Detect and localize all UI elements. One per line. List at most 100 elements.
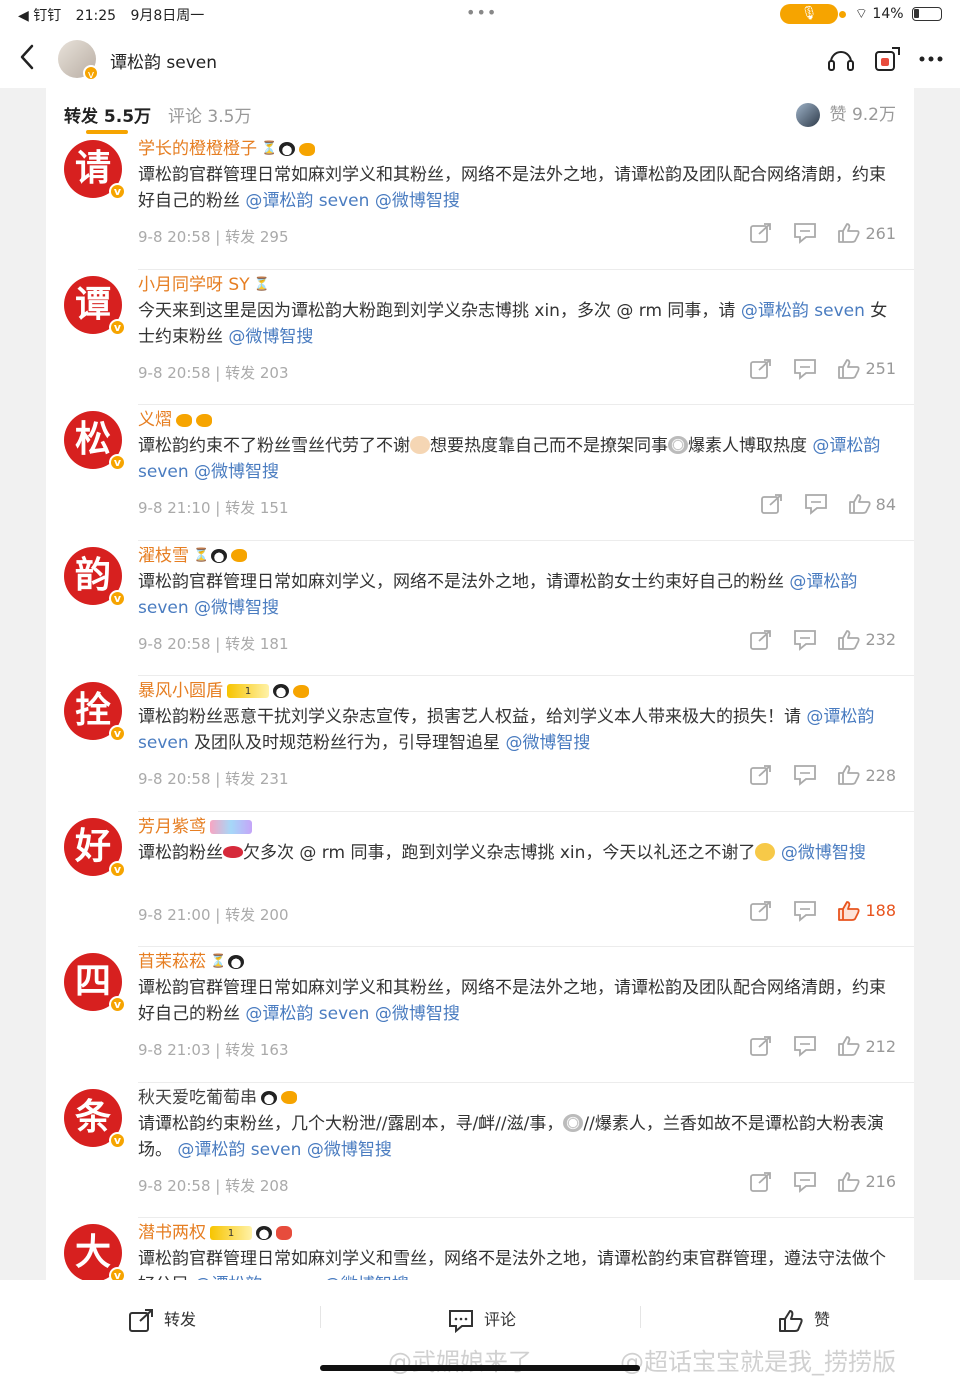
user-avatar[interactable]: 请v: [64, 140, 126, 200]
thumbs-up-icon[interactable]: [837, 629, 861, 651]
mention-link[interactable]: @谭松韵 seven: [177, 1140, 301, 1160]
user-avatar[interactable]: 四v: [64, 953, 126, 1013]
mention-link[interactable]: @微博智搜: [228, 327, 313, 347]
share-icon[interactable]: [749, 1171, 773, 1193]
repost-text-body: 今天来到这里是因为谭松韵大粉跑到刘学义杂志博挑 xin，多次 @ rm 同事，请: [138, 300, 736, 321]
user-nickname[interactable]: 义熠: [138, 405, 212, 430]
comment-icon[interactable]: [793, 629, 817, 651]
author-name[interactable]: 谭松韵 seven: [110, 48, 217, 73]
repost-text: 谭松韵约束不了粉丝雪丝代劳了不谢 想要热度靠自己而不是撩架同事 爆素人博取热度 @谭…: [138, 433, 900, 485]
user-avatar[interactable]: 条v: [64, 1088, 126, 1149]
share-icon[interactable]: [749, 764, 773, 786]
user-avatar[interactable]: 好v: [64, 817, 126, 878]
mention-link[interactable]: @谭松韵 seven: [245, 191, 369, 211]
repost-item: 松 v 义熠谭松韵约束不了粉丝雪丝代劳了不谢 想要热度靠自己而不是撩架同事 爆素人博取热…: [46, 405, 914, 541]
comment-icon[interactable]: [793, 764, 817, 786]
listen-icon[interactable]: [826, 44, 856, 74]
thumbs-up-icon[interactable]: [837, 764, 861, 786]
user-nickname[interactable]: 芳月紫鸢: [138, 812, 252, 837]
mention-link[interactable]: @微博智搜: [194, 462, 279, 482]
repost-time: 9-8 20:58: [138, 1176, 211, 1195]
comment-icon[interactable]: [793, 1171, 817, 1193]
repost-count: 转发 231: [225, 770, 289, 788]
user-avatar[interactable]: 大v: [64, 1224, 126, 1280]
repost-meta: 9-8 21:10 | 转发 151: [138, 499, 289, 517]
multitask-dots-icon[interactable]: •••: [466, 3, 497, 22]
mention-link[interactable]: @谭松韵 seven: [741, 301, 865, 321]
like-count[interactable]: 261: [865, 224, 896, 243]
user-avatar[interactable]: 韵v: [64, 546, 126, 607]
mention-link[interactable]: @微博智搜: [375, 191, 460, 211]
user-nickname[interactable]: 小月同学呀 SY ⏳: [138, 270, 270, 295]
red-packet-share-icon[interactable]: [872, 44, 902, 74]
back-arrow-icon[interactable]: [14, 42, 42, 72]
verified-badge-icon: v: [109, 996, 126, 1013]
like-count[interactable]: 84: [876, 495, 896, 514]
tab-comment[interactable]: 评论 3.5万: [168, 102, 251, 127]
like-count[interactable]: 212: [865, 1037, 896, 1056]
mention-link[interactable]: @微博智搜: [781, 843, 866, 863]
avatar-char: 韵: [74, 553, 111, 596]
user-avatar[interactable]: 拴v: [64, 682, 126, 742]
like-button[interactable]: 赞: [778, 1306, 830, 1333]
comment-icon[interactable]: [793, 222, 817, 244]
repost-text: 谭松韵官群管理日常如麻刘学义，网络不是法外之地，请谭松韵女士约束好自己的粉丝 @…: [138, 569, 900, 621]
repost-meta: 9-8 21:00 | 转发 200: [138, 905, 289, 924]
share-icon[interactable]: [749, 900, 773, 922]
mention-link[interactable]: @微博智搜: [194, 598, 279, 618]
repost-meta: 9-8 20:58 | 转发 295: [138, 228, 289, 246]
user-nickname[interactable]: 秋天爱吃葡萄串: [138, 1083, 297, 1108]
repost-button[interactable]: 转发: [128, 1306, 196, 1333]
share-icon[interactable]: [760, 493, 784, 515]
comment-button[interactable]: 评论: [448, 1306, 516, 1333]
like-count[interactable]: 216: [865, 1172, 896, 1191]
mention-link[interactable]: @谭松韵 seven: [245, 1004, 369, 1024]
thumbs-up-icon[interactable]: [837, 1035, 861, 1057]
battery-percent: 14%: [872, 6, 904, 22]
comment-icon[interactable]: [793, 1035, 817, 1057]
share-icon[interactable]: [749, 629, 773, 651]
user-avatar[interactable]: 谭v: [64, 275, 126, 336]
panda-badge-icon: [279, 142, 295, 156]
user-nickname[interactable]: 潜书两权 1: [138, 1218, 292, 1243]
thumbs-up-icon[interactable]: [848, 493, 872, 515]
user-nickname[interactable]: 暴风小圆盾 1: [138, 676, 309, 701]
repost-label: 转发: [164, 1310, 197, 1329]
share-icon[interactable]: [749, 222, 773, 244]
comment-icon[interactable]: [793, 358, 817, 380]
user-nickname[interactable]: 学长的橙橙橙子 ⏳: [138, 134, 315, 159]
thumbs-up-icon[interactable]: [837, 1171, 861, 1193]
repost-meta: 9-8 20:58 | 转发 203: [138, 363, 289, 382]
share-icon[interactable]: [749, 1035, 773, 1057]
author-avatar[interactable]: v: [58, 40, 99, 81]
like-count[interactable]: 232: [865, 630, 896, 649]
mention-link[interactable]: @微博智搜: [307, 1140, 392, 1160]
status-date: 9月8日周一: [130, 8, 205, 24]
comment-icon[interactable]: [804, 493, 828, 515]
repost-count: 转发 151: [225, 499, 289, 517]
crown-level-badge-icon: 1: [210, 1226, 252, 1240]
hourglass-badge-icon: ⏳: [253, 276, 270, 292]
tab-repost[interactable]: 转发 5.5万: [64, 102, 151, 127]
comment-icon[interactable]: [793, 900, 817, 922]
fish-badge-icon: [293, 684, 309, 698]
user-nickname[interactable]: 濯枝雪 ⏳: [138, 541, 247, 566]
share-icon[interactable]: [749, 358, 773, 380]
thumbs-up-icon[interactable]: [837, 222, 861, 244]
user-avatar[interactable]: 松v: [64, 411, 126, 471]
repost-item: 好 v 芳月紫鸢 谭松韵粉丝 欠多次 @ rm 同事，跑到刘学义杂志博挑 xin，今天以…: [46, 812, 914, 947]
back-to-app-link[interactable]: ◀ 钉钉: [18, 8, 61, 24]
like-count[interactable]: 251: [865, 359, 896, 378]
like-count[interactable]: 228: [865, 766, 896, 785]
thumbs-up-icon[interactable]: [837, 900, 861, 922]
more-options-icon[interactable]: [916, 44, 946, 74]
home-indicator[interactable]: [320, 1365, 640, 1371]
likes-summary[interactable]: 赞 9.2万: [795, 100, 896, 127]
user-nickname[interactable]: 苜茉菘菘 ⏳: [138, 947, 244, 972]
thumbs-up-icon[interactable]: [837, 358, 861, 380]
hourglass-badge-icon: ⏳: [193, 547, 210, 563]
like-count[interactable]: 188: [865, 901, 896, 920]
mask-badge-icon: [276, 1226, 292, 1240]
mention-link[interactable]: @微博智搜: [505, 733, 590, 753]
mention-link[interactable]: @微博智搜: [375, 1004, 460, 1024]
